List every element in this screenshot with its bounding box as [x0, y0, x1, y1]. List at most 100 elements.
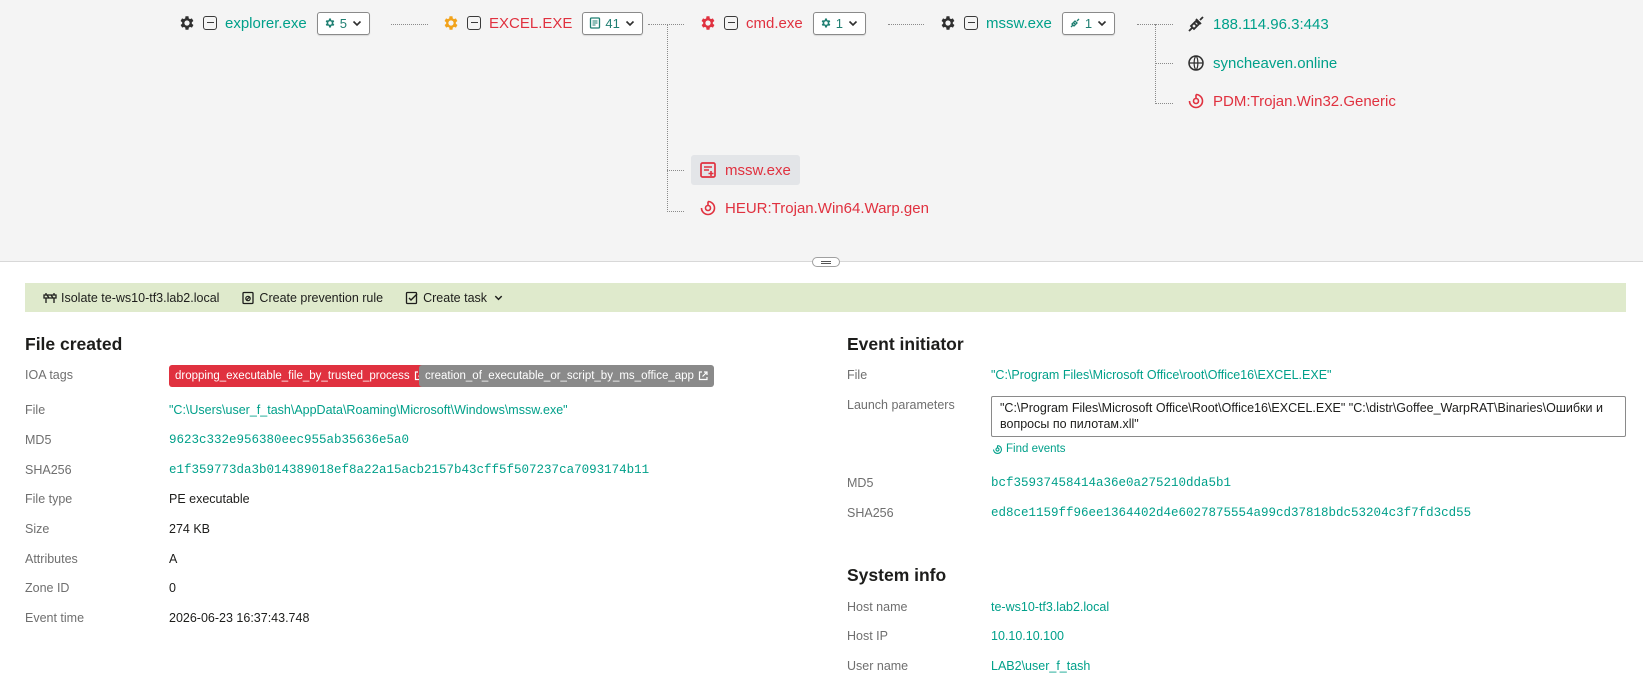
tree-leaf-connection[interactable]: 188.114.96.3:443 — [1187, 11, 1329, 37]
label-sha256: SHA256 — [25, 463, 72, 477]
tree-connector — [1155, 103, 1173, 104]
tree-connector — [667, 24, 668, 212]
children-count-button[interactable]: 41 — [582, 11, 643, 35]
tree-connector — [888, 24, 924, 25]
create-task-button[interactable]: Create task — [405, 291, 504, 305]
launch-parameters-field[interactable]: "C:\Program Files\Microsoft Office\Root\… — [991, 396, 1626, 437]
file-path-link[interactable]: "C:\Users\user_f_tash\AppData\Roaming\Mi… — [169, 403, 568, 417]
process-name[interactable]: cmd.exe — [746, 15, 803, 32]
attributes-value: A — [169, 552, 178, 566]
prevention-label: Create prevention rule — [259, 290, 384, 305]
label-ioa-tags: IOA tags — [25, 368, 73, 382]
ioa-tag[interactable]: creation_of_executable_or_script_by_ms_o… — [419, 365, 714, 387]
create-prevention-rule-button[interactable]: Create prevention rule — [241, 291, 383, 305]
gear-icon — [821, 18, 831, 28]
gear-icon — [178, 14, 196, 32]
find-events-link[interactable]: Find events — [992, 443, 1065, 455]
label-zone-id: Zone ID — [25, 581, 70, 595]
label-file-type: File type — [25, 492, 73, 506]
tag-text: creation_of_executable_or_script_by_ms_o… — [425, 370, 694, 382]
process-name[interactable]: EXCEL.EXE — [489, 15, 572, 32]
chevron-down-icon — [1098, 20, 1107, 27]
initiator-file-link[interactable]: "C:\Program Files\Microsoft Office\root\… — [991, 368, 1331, 382]
section-title-system-info: System info — [847, 565, 947, 585]
host-name-link[interactable]: te-ws10-tf3.lab2.local — [991, 600, 1109, 614]
label-attributes: Attributes — [25, 552, 78, 566]
collapse-icon[interactable] — [203, 16, 217, 30]
leaf-label[interactable]: mssw.exe — [725, 162, 791, 179]
leaf-label[interactable]: syncheaven.online — [1213, 55, 1337, 72]
chevron-down-icon — [352, 20, 362, 27]
label-host-name: Host name — [847, 600, 908, 614]
task-checkbox-icon — [405, 291, 418, 304]
label-file: File — [847, 368, 868, 382]
process-name[interactable]: explorer.exe — [225, 15, 307, 32]
children-count-button[interactable]: 1 — [1061, 11, 1116, 35]
panel-splitter-handle[interactable] — [812, 257, 840, 267]
tree-leaf-detection[interactable]: PDM:Trojan.Win32.Generic — [1187, 88, 1396, 114]
gear-icon — [699, 14, 717, 32]
user-name-link[interactable]: LAB2\user_f_tash — [991, 659, 1090, 673]
file-type-value: PE executable — [169, 492, 250, 506]
children-count-button[interactable]: 1 — [812, 11, 866, 35]
tree-connector — [1155, 24, 1156, 104]
label-event-time: Event time — [25, 611, 85, 625]
isolate-label: Isolate te-ws10-tf3.lab2.local — [61, 290, 220, 305]
network-plug-icon — [1187, 15, 1205, 33]
tree-leaf-detection[interactable]: HEUR:Trojan.Win64.Warp.gen — [699, 195, 929, 221]
section-title-file-created: File created — [25, 334, 123, 354]
size-value: 274 KB — [169, 522, 211, 536]
count-value: 5 — [339, 15, 347, 31]
sha256-link[interactable]: e1f359773da3b014389018ef8a22a15acb2157b4… — [169, 463, 649, 477]
tree-node-excel[interactable]: EXCEL.EXE 41 — [442, 11, 643, 35]
label-file: File — [25, 403, 46, 417]
network-icon — [1070, 18, 1080, 28]
tree-leaf-file-created[interactable]: mssw.exe — [691, 155, 800, 185]
chevron-down-icon — [625, 20, 634, 27]
gear-icon — [442, 14, 460, 32]
gear-icon — [325, 18, 335, 28]
label-user-name: User name — [847, 659, 909, 673]
count-value: 41 — [605, 15, 620, 31]
host-ip-link[interactable]: 10.10.10.100 — [991, 629, 1064, 643]
section-title-event-initiator: Event initiator — [847, 334, 964, 354]
tree-connector — [648, 24, 684, 25]
tree-node-cmd[interactable]: cmd.exe 1 — [699, 11, 866, 35]
external-link-icon — [698, 371, 708, 381]
collapse-icon[interactable] — [724, 16, 738, 30]
label-launch-parameters: Launch parameters — [847, 398, 955, 412]
chevron-down-icon — [494, 295, 503, 301]
tree-connector — [391, 24, 428, 25]
label-size: Size — [25, 522, 50, 536]
initiator-md5-link[interactable]: bcf35937458414a36e0a275210dda5b1 — [991, 476, 1231, 490]
collapse-icon[interactable] — [467, 16, 481, 30]
label-sha256: SHA256 — [847, 506, 894, 520]
task-label: Create task — [423, 290, 488, 305]
event-time-value: 2026-06-23 16:37:43.748 — [169, 611, 310, 625]
label-host-ip: Host IP — [847, 629, 888, 643]
isolate-host-button[interactable]: Isolate te-ws10-tf3.lab2.local — [43, 291, 219, 305]
prevention-rule-icon — [242, 291, 255, 304]
detection-icon — [992, 444, 1003, 454]
leaf-label[interactable]: PDM:Trojan.Win32.Generic — [1213, 93, 1396, 110]
count-value: 1 — [1084, 15, 1093, 31]
tree-leaf-domain[interactable]: syncheaven.online — [1187, 50, 1337, 76]
ioa-tag[interactable]: dropping_executable_file_by_trusted_proc… — [169, 365, 430, 387]
label-md5: MD5 — [25, 433, 52, 447]
file-icon — [590, 17, 601, 29]
tree-connector — [667, 211, 684, 212]
leaf-label[interactable]: 188.114.96.3:443 — [1213, 16, 1329, 33]
md5-link[interactable]: 9623c332e956380eec955ab35636e5a0 — [169, 433, 409, 447]
initiator-sha256-link[interactable]: ed8ce1159ff96ee1364402d4e6027875554a99cd… — [991, 506, 1471, 520]
zone-id-value: 0 — [169, 581, 176, 595]
label-md5: MD5 — [847, 476, 874, 490]
children-count-button[interactable]: 5 — [316, 11, 370, 35]
tree-connector — [667, 170, 684, 171]
gear-icon — [939, 14, 957, 32]
collapse-icon[interactable] — [964, 16, 978, 30]
process-name[interactable]: mssw.exe — [986, 15, 1052, 32]
tree-node-explorer[interactable]: explorer.exe 5 — [178, 11, 370, 35]
leaf-label[interactable]: HEUR:Trojan.Win64.Warp.gen — [725, 200, 929, 217]
tree-node-mssw[interactable]: mssw.exe 1 — [939, 11, 1116, 35]
barrier-icon — [43, 292, 57, 303]
